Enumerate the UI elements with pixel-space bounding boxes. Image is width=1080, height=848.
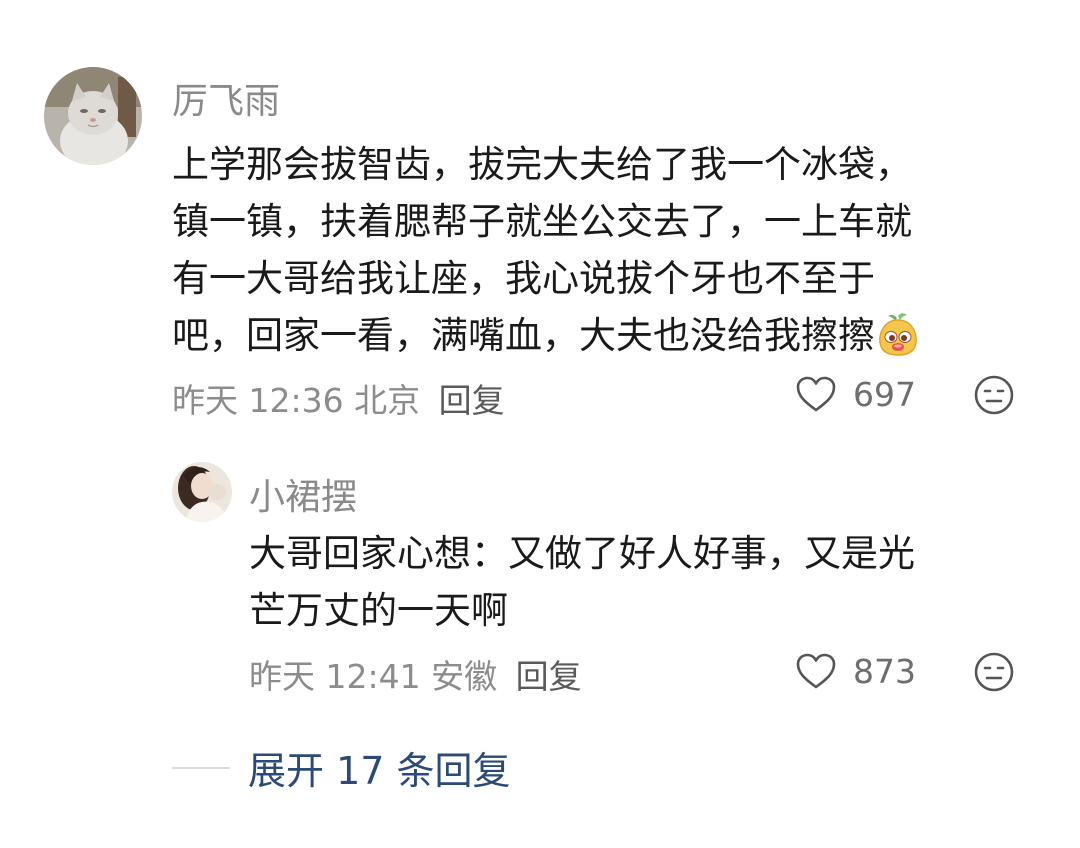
divider xyxy=(172,766,230,769)
comment-meta: 昨天 12:36 北京 回复 xyxy=(172,374,505,422)
reply-line: 大哥回家心想：又做了好人好事，又是光 xyxy=(249,532,915,575)
like-button[interactable]: 697 xyxy=(795,372,916,416)
dislike-button[interactable] xyxy=(973,374,1015,420)
expand-replies-button[interactable]: 展开 17 条回复 xyxy=(248,740,511,795)
reply-like-button[interactable]: 873 xyxy=(795,649,916,693)
comment-time: 昨天 12:36 北京 xyxy=(172,381,421,420)
heart-icon xyxy=(796,653,836,689)
neutral-face-icon xyxy=(974,652,1014,692)
reply-avatar[interactable] xyxy=(172,462,232,522)
reply-time: 昨天 12:41 安徽 xyxy=(249,657,498,696)
girl-avatar-icon xyxy=(172,462,232,522)
reply-meta: 昨天 12:41 安徽 回复 xyxy=(249,650,582,698)
reply-line: 芒万丈的一天啊 xyxy=(249,589,508,632)
comment-content: 上学那会拔智齿，拔完大夫给了我一个冰袋， 镇一镇，扶着腮帮子就坐公交去了，一上车… xyxy=(172,136,919,372)
comment-line-text: 吧，回家一看，满嘴血，大夫也没给我擦擦 xyxy=(172,314,875,357)
comment-line: 镇一镇，扶着腮帮子就坐公交去了，一上车就 xyxy=(172,200,912,243)
cat-avatar-icon xyxy=(44,67,142,165)
reply-author[interactable]: 小裙摆 xyxy=(249,468,357,520)
avatar[interactable] xyxy=(44,67,142,165)
comment-line: 有一大哥给我让座，我心说拔个牙也不至于 xyxy=(172,257,875,300)
reply-button[interactable]: 回复 xyxy=(439,381,505,420)
like-count: 697 xyxy=(853,374,916,414)
comment-author[interactable]: 厉飞雨 xyxy=(172,72,280,124)
comment-line-last: 吧，回家一看，满嘴血，大夫也没给我擦擦 xyxy=(172,307,919,372)
expand-replies-row: 展开 17 条回复 xyxy=(172,740,511,795)
reply-dislike-button[interactable] xyxy=(973,651,1015,697)
neutral-face-icon xyxy=(974,375,1014,415)
comment-line: 上学那会拔智齿，拔完大夫给了我一个冰袋， xyxy=(172,143,912,186)
reply-like-count: 873 xyxy=(853,651,916,691)
reply-content: 大哥回家心想：又做了好人好事，又是光 芒万丈的一天啊 xyxy=(249,525,915,639)
heart-icon xyxy=(796,376,836,412)
reply-reply-button[interactable]: 回复 xyxy=(516,657,582,696)
face-emoji-icon xyxy=(877,312,919,372)
